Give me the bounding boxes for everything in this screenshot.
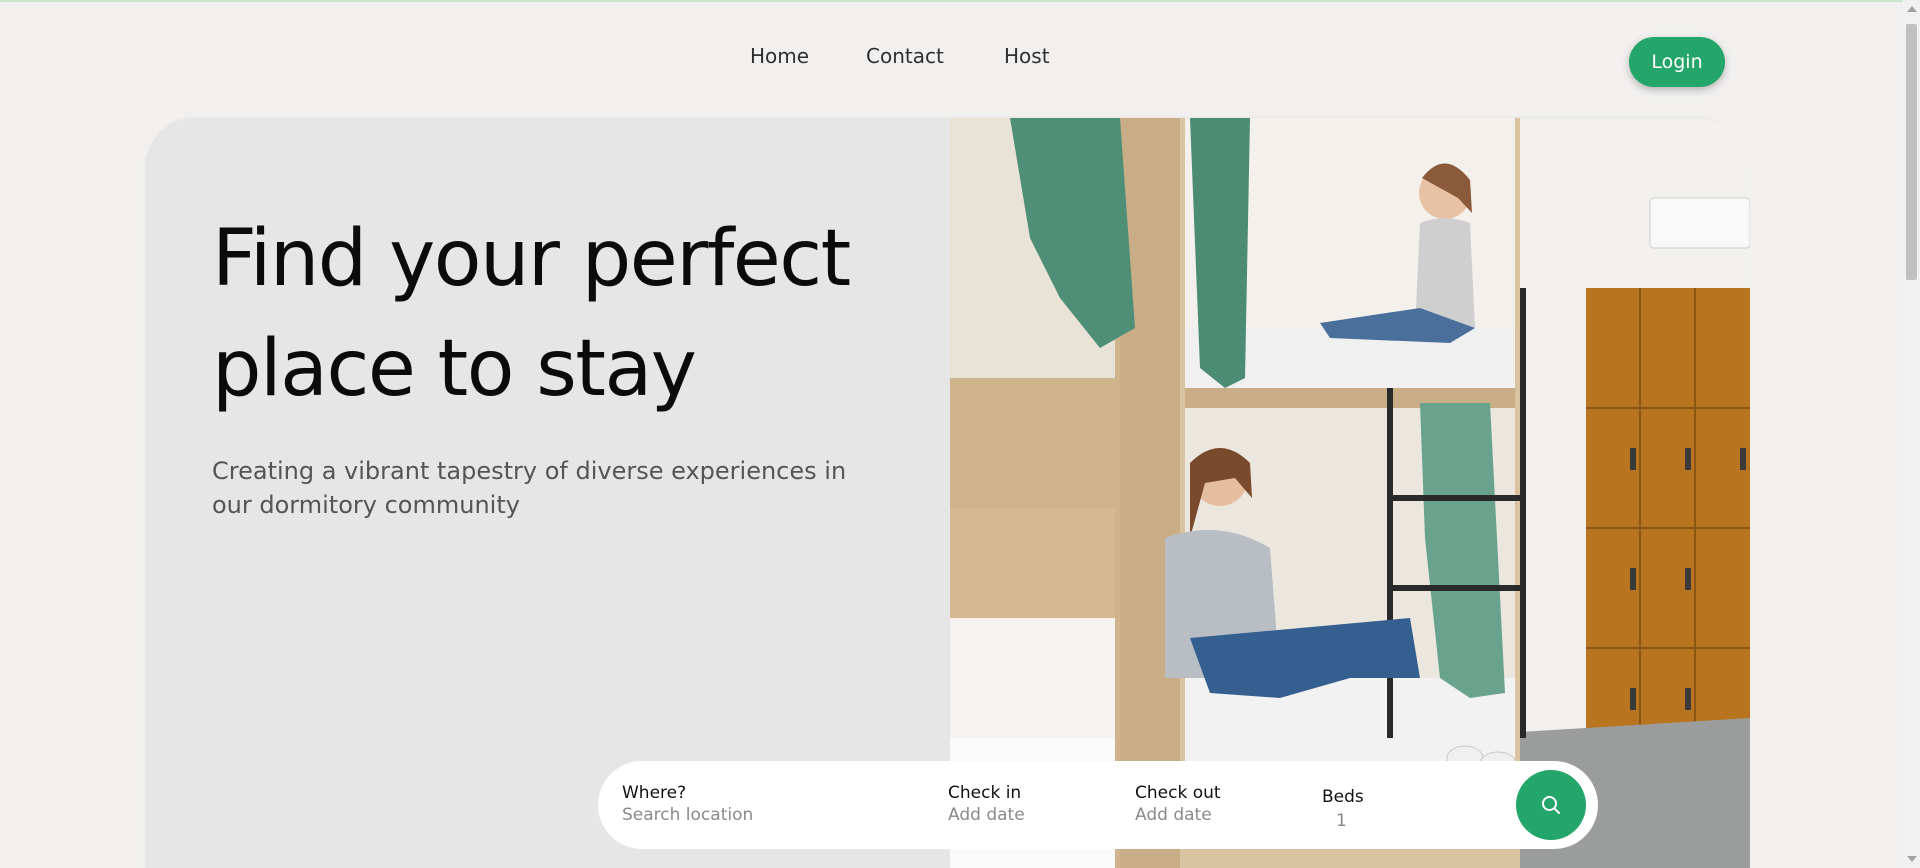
scroll-down-icon[interactable]	[1907, 856, 1917, 862]
hero-photo	[950, 118, 1750, 868]
check-in-input[interactable]	[948, 805, 1148, 825]
check-in-field: Check in	[948, 783, 1148, 825]
dormitory-photo-illustration	[950, 118, 1750, 868]
scrollbar-thumb[interactable]	[1906, 24, 1917, 280]
hero-title-line-1: Find your perfect	[212, 214, 851, 304]
hero-title-line-2: place to stay	[212, 324, 697, 414]
location-search-input[interactable]	[622, 805, 902, 825]
check-out-input[interactable]	[1135, 805, 1335, 825]
hero-text-panel: Find your perfect place to stay Creating…	[148, 118, 950, 868]
search-icon	[1542, 796, 1560, 814]
nav-link-host[interactable]: Host	[1004, 44, 1050, 68]
nav-link-contact[interactable]: Contact	[866, 44, 944, 68]
check-out-label: Check out	[1135, 783, 1221, 803]
beds-field: Beds 1	[1322, 787, 1364, 831]
hero-section: Find your perfect place to stay Creating…	[148, 118, 1750, 868]
top-accent-line	[0, 0, 1903, 2]
beds-label: Beds	[1322, 787, 1364, 807]
check-out-field: Check out	[1135, 783, 1335, 825]
login-button[interactable]: Login	[1629, 37, 1725, 87]
nav-link-home[interactable]: Home	[750, 44, 809, 68]
page-scrollbar[interactable]	[1903, 0, 1920, 868]
beds-input[interactable]: 1	[1322, 811, 1364, 831]
where-field: Where?	[622, 783, 902, 825]
scroll-up-icon[interactable]	[1907, 6, 1917, 12]
search-bar: Where? Check in Check out Beds 1	[598, 761, 1598, 849]
check-in-label: Check in	[948, 783, 1022, 803]
where-label: Where?	[622, 783, 687, 803]
main-nav: Home Contact Host	[0, 44, 1903, 68]
hero-subtitle: Creating a vibrant tapestry of diverse e…	[212, 457, 847, 519]
search-button[interactable]	[1516, 770, 1586, 840]
hero-title: Find your perfect place to stay	[212, 204, 932, 424]
